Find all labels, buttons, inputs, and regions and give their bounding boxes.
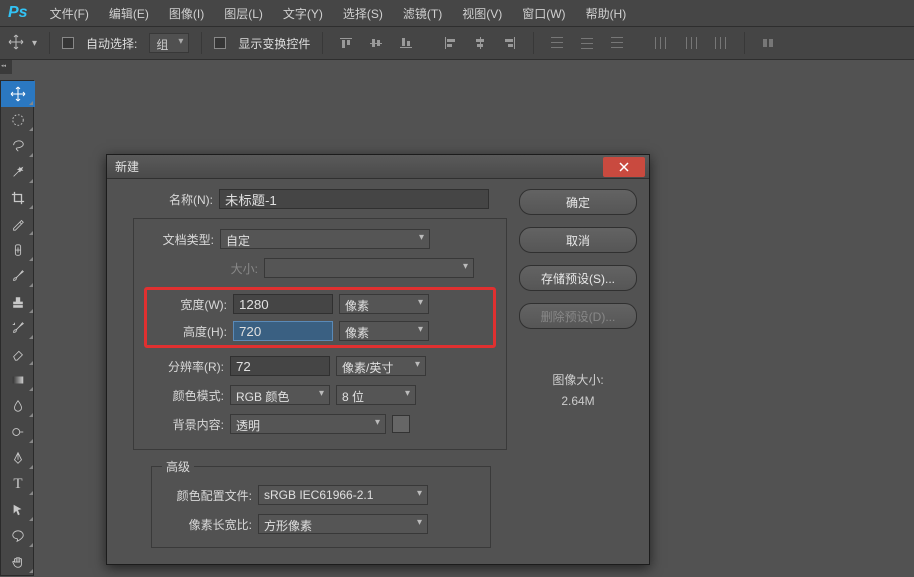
profile-dropdown[interactable]: sRGB IEC61966-2.1 <box>258 485 428 505</box>
dialog-title: 新建 <box>107 158 603 175</box>
path-select-tool[interactable] <box>1 497 35 523</box>
profile-label: 颜色配置文件: <box>162 487 258 504</box>
type-tool[interactable]: T <box>1 471 35 497</box>
align-right-icon[interactable] <box>500 33 520 53</box>
bg-dropdown[interactable]: 透明 <box>230 414 386 434</box>
healing-tool[interactable] <box>1 237 35 263</box>
bg-label: 背景内容: <box>134 416 230 433</box>
color-mode-dropdown[interactable]: RGB 颜色 <box>230 385 330 405</box>
new-document-dialog: 新建 名称(N): 文档类型: 自定 大小: 宽度 <box>106 154 650 565</box>
move-tool[interactable] <box>1 81 35 107</box>
dodge-tool[interactable] <box>1 419 35 445</box>
name-input[interactable] <box>219 189 489 209</box>
stamp-tool[interactable] <box>1 289 35 315</box>
pen-tool[interactable] <box>1 445 35 471</box>
move-icon <box>8 34 24 53</box>
name-label: 名称(N): <box>119 191 219 208</box>
width-label: 宽度(W): <box>153 296 233 313</box>
resolution-unit-dropdown[interactable]: 像素/英寸 <box>336 356 426 376</box>
distribute-bottom-icon[interactable] <box>607 33 627 53</box>
shape-tool[interactable] <box>1 523 35 549</box>
lasso-tool[interactable] <box>1 133 35 159</box>
height-label: 高度(H): <box>153 323 233 340</box>
delete-preset-button: 删除预设(D)... <box>519 303 637 329</box>
distribute-left-icon[interactable] <box>651 33 671 53</box>
hand-tool[interactable] <box>1 549 35 575</box>
options-bar: ▾ 自动选择: 组 显示变换控件 <box>0 26 914 60</box>
menubar: Ps 文件(F) 编辑(E) 图像(I) 图层(L) 文字(Y) 选择(S) 滤… <box>0 0 914 26</box>
height-unit-dropdown[interactable]: 像素 <box>339 321 429 341</box>
align-left-icon[interactable] <box>440 33 460 53</box>
menu-file[interactable]: 文件(F) <box>40 5 99 22</box>
menu-image[interactable]: 图像(I) <box>159 5 214 22</box>
size-dropdown <box>264 258 474 278</box>
eraser-tool[interactable] <box>1 341 35 367</box>
image-size-label: 图像大小: <box>519 371 637 388</box>
gradient-tool[interactable] <box>1 367 35 393</box>
align-vcenter-icon[interactable] <box>366 33 386 53</box>
preset-dropdown[interactable]: 自定 <box>220 229 430 249</box>
distribute-vcenter-icon[interactable] <box>577 33 597 53</box>
width-input[interactable] <box>233 294 333 314</box>
brush-tool[interactable] <box>1 263 35 289</box>
ps-logo: Ps <box>8 4 28 22</box>
aspect-label: 像素长宽比: <box>162 516 258 533</box>
show-transform-label: 显示变换控件 <box>238 35 310 52</box>
color-depth-dropdown[interactable]: 8 位 <box>336 385 416 405</box>
auto-select-label: 自动选择: <box>86 35 137 52</box>
align-bottom-icon[interactable] <box>396 33 416 53</box>
menu-window[interactable]: 窗口(W) <box>512 5 575 22</box>
menu-view[interactable]: 视图(V) <box>452 5 512 22</box>
distribute-right-icon[interactable] <box>711 33 731 53</box>
history-brush-tool[interactable] <box>1 315 35 341</box>
width-unit-dropdown[interactable]: 像素 <box>339 294 429 314</box>
align-hcenter-icon[interactable] <box>470 33 490 53</box>
menu-edit[interactable]: 编辑(E) <box>99 5 159 22</box>
menu-help[interactable]: 帮助(H) <box>576 5 637 22</box>
dialog-titlebar[interactable]: 新建 <box>107 155 649 179</box>
auto-select-checkbox[interactable] <box>62 37 74 49</box>
height-input[interactable] <box>233 321 333 341</box>
menu-type[interactable]: 文字(Y) <box>273 5 333 22</box>
color-mode-label: 颜色模式: <box>134 387 230 404</box>
crop-tool[interactable] <box>1 185 35 211</box>
auto-select-dropdown[interactable]: 组 <box>149 33 189 53</box>
magic-wand-tool[interactable] <box>1 159 35 185</box>
blur-tool[interactable] <box>1 393 35 419</box>
tool-panel: T <box>0 80 34 576</box>
advanced-legend: 高级 <box>162 458 194 475</box>
marquee-tool[interactable] <box>1 107 35 133</box>
eyedropper-tool[interactable] <box>1 211 35 237</box>
cancel-button[interactable]: 取消 <box>519 227 637 253</box>
image-size-value: 2.64M <box>519 394 637 408</box>
advanced-fieldset: 高级 颜色配置文件: sRGB IEC61966-2.1 像素长宽比: 方形像素 <box>151 458 491 548</box>
save-preset-button[interactable]: 存储预设(S)... <box>519 265 637 291</box>
align-top-icon[interactable] <box>336 33 356 53</box>
panel-collapse-grip[interactable] <box>0 60 12 74</box>
dimension-highlight: 宽度(W): 像素 高度(H): 像素 <box>144 287 496 348</box>
aspect-dropdown[interactable]: 方形像素 <box>258 514 428 534</box>
resolution-input[interactable] <box>230 356 330 376</box>
menu-filter[interactable]: 滤镜(T) <box>393 5 452 22</box>
size-label: 大小: <box>134 260 264 277</box>
show-transform-checkbox[interactable] <box>214 37 226 49</box>
distribute-top-icon[interactable] <box>547 33 567 53</box>
menu-select[interactable]: 选择(S) <box>333 5 393 22</box>
menu-layer[interactable]: 图层(L) <box>214 5 273 22</box>
chevron-down-icon[interactable]: ▾ <box>32 38 37 49</box>
preset-label: 文档类型: <box>134 231 220 248</box>
distribute-hcenter-icon[interactable] <box>681 33 701 53</box>
auto-align-icon[interactable] <box>758 33 778 53</box>
bg-color-swatch[interactable] <box>392 415 410 433</box>
ok-button[interactable]: 确定 <box>519 189 637 215</box>
resolution-label: 分辨率(R): <box>134 358 230 375</box>
close-button[interactable] <box>603 157 645 177</box>
